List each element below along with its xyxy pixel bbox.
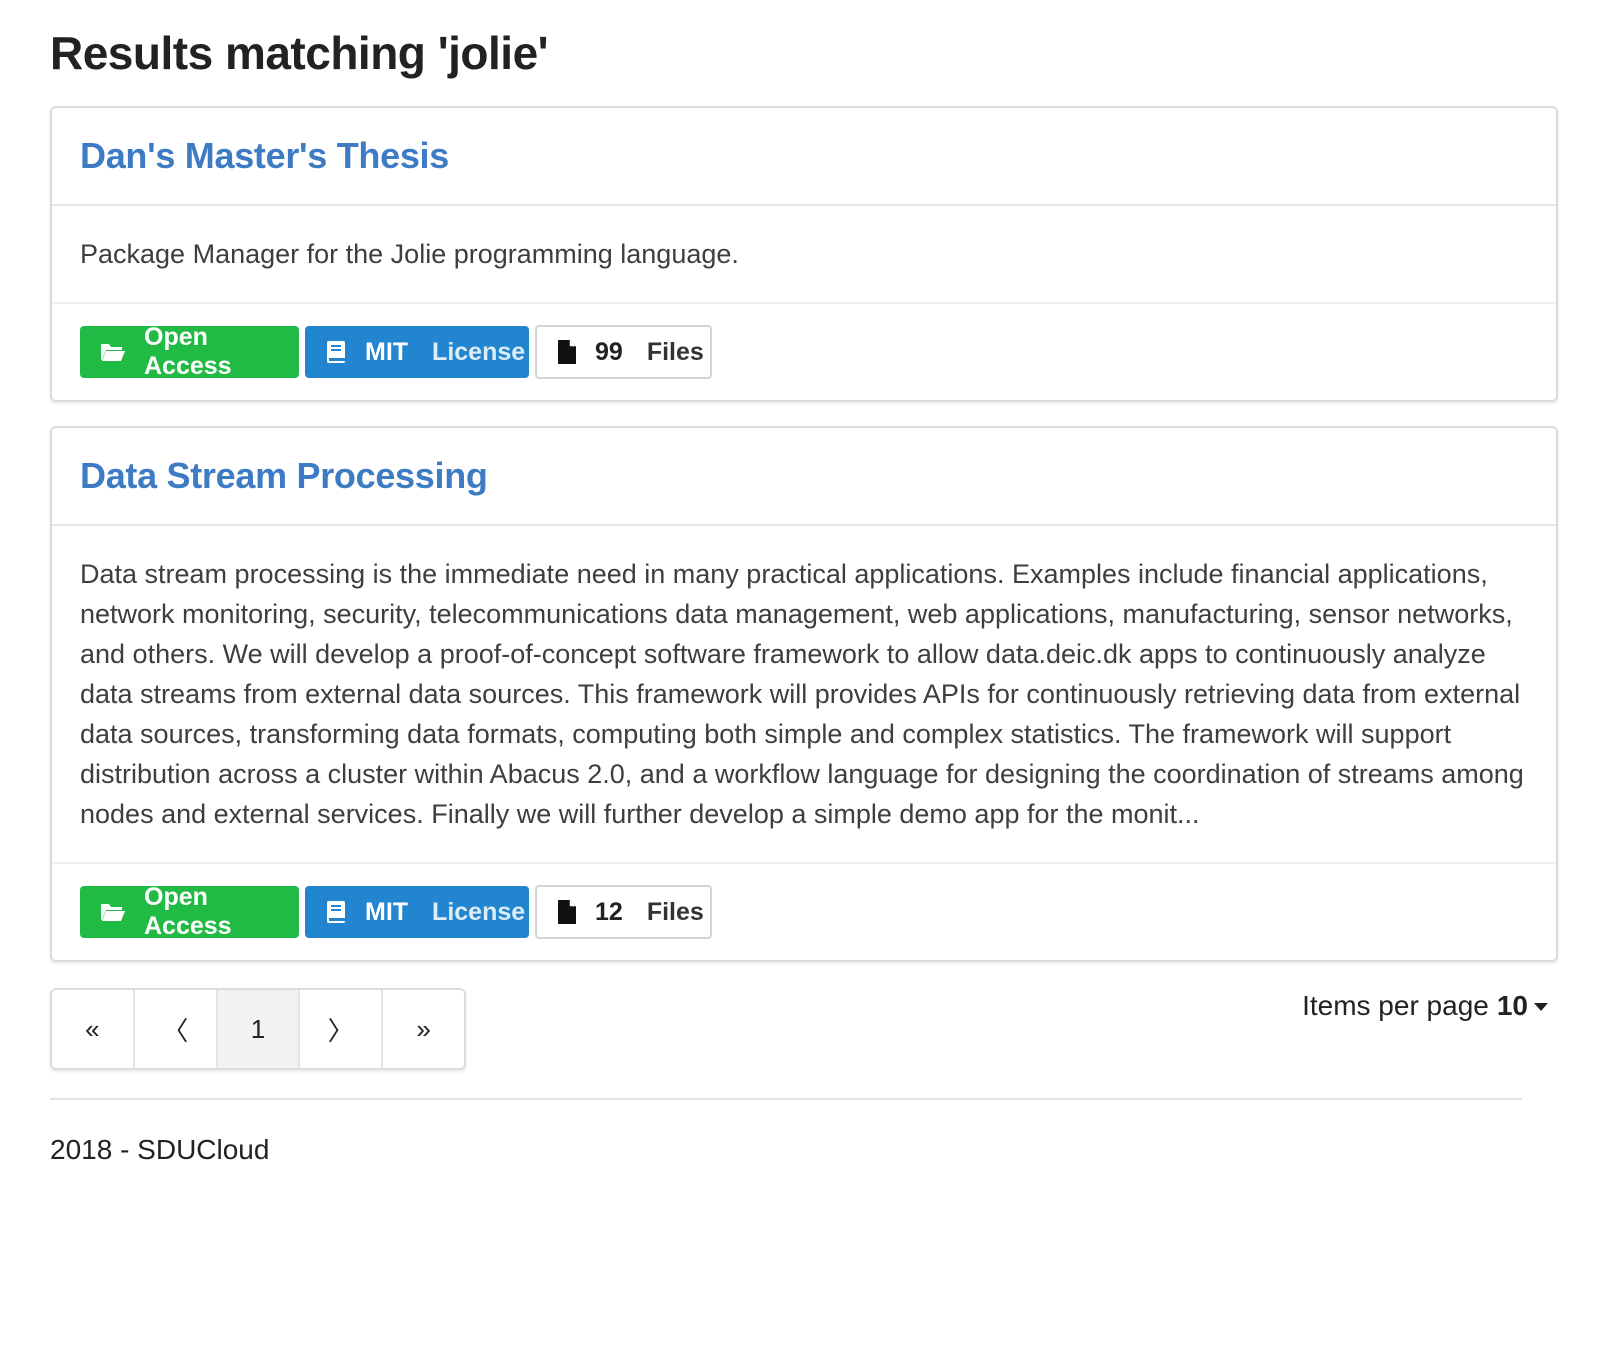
page-title: Results matching 'jolie' bbox=[50, 27, 549, 79]
search-results-page: Results matching 'jolie' Dan's Master's … bbox=[50, 0, 1558, 1166]
open-access-label: Open Access bbox=[144, 323, 232, 380]
result-card: Data Stream Processing Data stream proce… bbox=[50, 426, 1558, 962]
license-name: MIT bbox=[365, 897, 409, 926]
items-per-page-label: Items per page bbox=[1302, 990, 1489, 1021]
caret-down-icon bbox=[1534, 1003, 1548, 1011]
page-1-button[interactable]: 1 bbox=[217, 990, 301, 1068]
result-description: Package Manager for the Jolie programmin… bbox=[52, 206, 1556, 304]
open-access-badge[interactable]: Open Access bbox=[80, 323, 299, 380]
results-list: Dan's Master's Thesis Package Manager fo… bbox=[50, 106, 1558, 962]
file-icon bbox=[557, 899, 577, 925]
open-access-label: Open Access bbox=[144, 883, 232, 940]
results-controls: « 〈 1 〉 » Items per page 10 bbox=[50, 988, 1558, 1098]
license-badge[interactable]: MIT License bbox=[305, 326, 529, 378]
open-access-badge[interactable]: Open Access bbox=[80, 883, 299, 940]
file-count: 12 bbox=[595, 897, 623, 926]
result-card-footer: Open Access MIT License 99 Files bbox=[52, 304, 1556, 400]
footer-text: 2018 - SDUCloud bbox=[50, 1134, 270, 1165]
book-icon bbox=[325, 899, 347, 925]
result-card: Dan's Master's Thesis Package Manager fo… bbox=[50, 106, 1558, 402]
file-icon bbox=[557, 339, 577, 365]
footer-divider bbox=[50, 1098, 1522, 1100]
file-count: 99 bbox=[595, 337, 623, 366]
files-label: Files bbox=[646, 337, 704, 366]
result-card-footer: Open Access MIT License 12 Files bbox=[52, 864, 1556, 960]
result-title-link[interactable]: Dan's Master's Thesis bbox=[80, 135, 449, 177]
license-label: License bbox=[432, 897, 526, 926]
items-per-page-dropdown[interactable]: Items per page 10 bbox=[1302, 990, 1548, 1022]
license-label: License bbox=[432, 337, 526, 366]
files-badge[interactable]: 99 Files bbox=[535, 325, 712, 379]
result-card-header: Data Stream Processing bbox=[52, 428, 1556, 526]
folder-open-icon bbox=[100, 339, 126, 365]
folder-open-icon bbox=[100, 899, 126, 925]
license-name: MIT bbox=[365, 337, 409, 366]
next-page-button[interactable]: 〉 bbox=[300, 990, 384, 1068]
last-page-button[interactable]: » bbox=[383, 990, 464, 1068]
pagination: « 〈 1 〉 » bbox=[50, 988, 466, 1070]
result-title-link[interactable]: Data Stream Processing bbox=[80, 455, 488, 497]
result-card-header: Dan's Master's Thesis bbox=[52, 108, 1556, 206]
book-icon bbox=[325, 339, 347, 365]
files-label: Files bbox=[646, 897, 704, 926]
first-page-button[interactable]: « bbox=[52, 990, 135, 1068]
files-badge[interactable]: 12 Files bbox=[535, 885, 712, 939]
result-description: Data stream processing is the immediate … bbox=[52, 526, 1556, 864]
items-per-page-value: 10 bbox=[1496, 990, 1528, 1021]
previous-page-button[interactable]: 〈 bbox=[135, 990, 218, 1068]
license-badge[interactable]: MIT License bbox=[305, 886, 529, 938]
